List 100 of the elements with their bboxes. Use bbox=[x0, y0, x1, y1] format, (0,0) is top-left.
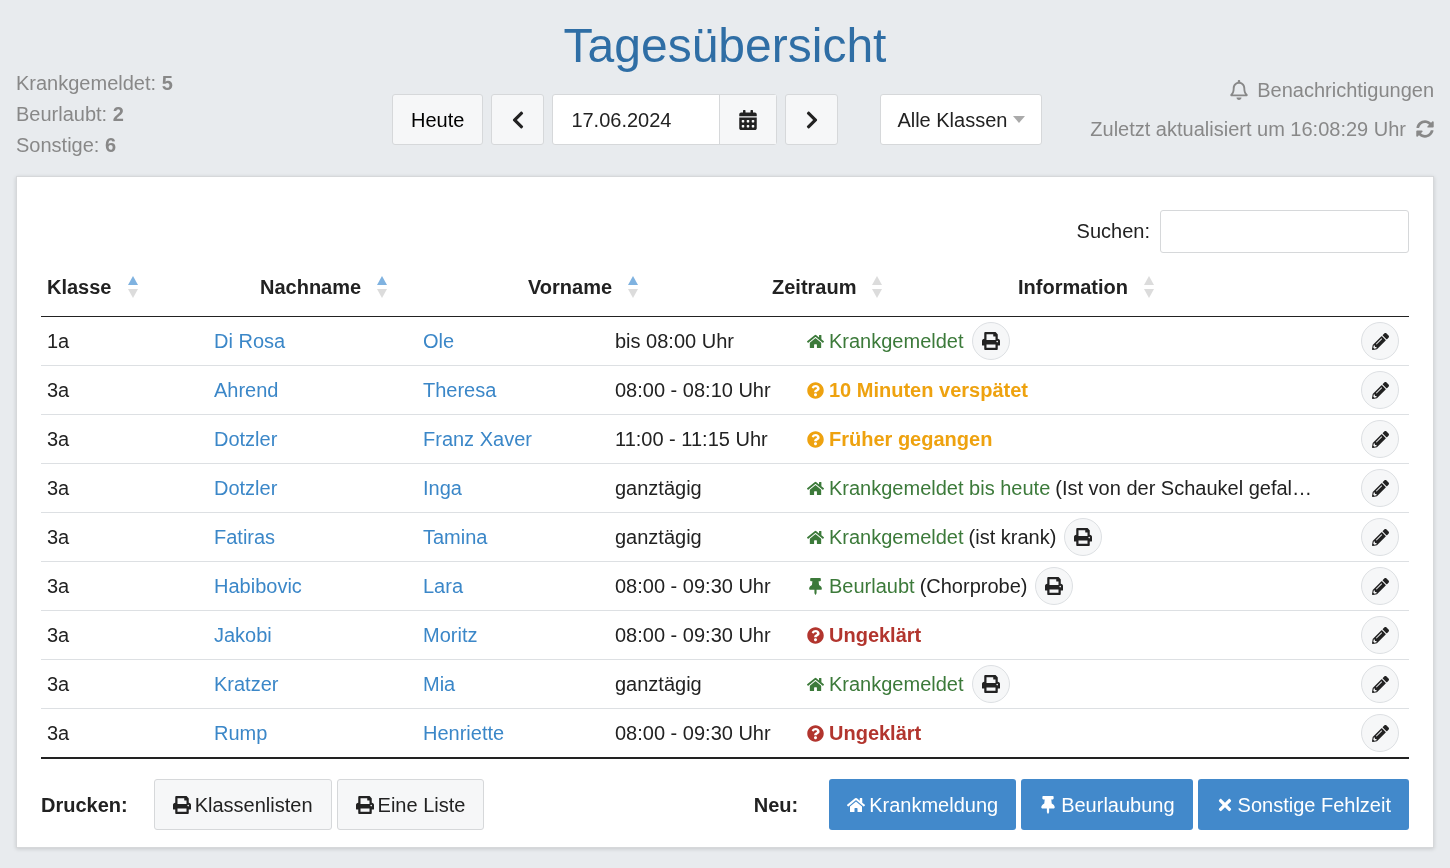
table-cell: 08:00 - 09:30 Uhr bbox=[615, 624, 771, 646]
status-label: Beurlaubt bbox=[807, 571, 915, 601]
house-icon bbox=[807, 479, 824, 497]
edit-button[interactable] bbox=[1361, 469, 1399, 507]
printer-icon bbox=[1074, 528, 1093, 546]
summary-count: Sonstige: 6 bbox=[16, 133, 118, 158]
print-list-button[interactable]: Eine Liste bbox=[336, 779, 485, 830]
last-name-link[interactable]: Dotzler bbox=[214, 477, 278, 499]
status-label: Ungeklärt bbox=[807, 620, 922, 650]
class-dropdown[interactable]: Alle Klassen bbox=[880, 94, 1043, 145]
last-name-link[interactable]: Ahrend bbox=[214, 379, 279, 401]
edit-button[interactable] bbox=[1361, 714, 1399, 752]
table-cell: ganztägig bbox=[615, 673, 702, 695]
status-label: Krankgemeldet bbox=[807, 522, 964, 552]
summary-count: Krankgemeldet: 5 bbox=[16, 71, 174, 96]
today-button[interactable]: Heute bbox=[392, 94, 484, 145]
print-button[interactable] bbox=[1064, 518, 1103, 556]
edit-button[interactable] bbox=[1361, 616, 1399, 654]
printer-icon bbox=[1045, 577, 1064, 595]
edit-button[interactable] bbox=[1361, 371, 1399, 409]
table-cell: bis 08:00 Uhr bbox=[615, 330, 734, 352]
column-header[interactable]: Vorname bbox=[528, 271, 613, 302]
caret-icon bbox=[1013, 116, 1026, 123]
pencil-icon bbox=[1371, 479, 1389, 497]
table-cell: 08:00 - 09:30 Uhr bbox=[615, 575, 771, 597]
house-icon bbox=[847, 795, 866, 814]
previous-button[interactable] bbox=[491, 94, 545, 145]
print-button[interactable] bbox=[971, 322, 1010, 360]
pin-icon bbox=[807, 577, 824, 595]
status-label: Krankgemeldet bis heute bbox=[807, 473, 1051, 503]
last-name-link[interactable]: Di Rosa bbox=[214, 330, 286, 352]
question-icon bbox=[807, 381, 824, 399]
new-absence-button[interactable]: Beurlaubung bbox=[1021, 779, 1193, 830]
column-header[interactable]: Zeitraum bbox=[772, 271, 857, 302]
last-name-link[interactable]: Fatiras bbox=[214, 526, 276, 548]
notifications-link[interactable]: Benachrichtigungen bbox=[1229, 72, 1434, 108]
note-text: (Chorprobe) bbox=[919, 574, 1028, 599]
table-cell: 08:00 - 09:30 Uhr bbox=[615, 722, 771, 744]
last-name-link[interactable]: Jakobi bbox=[214, 624, 272, 646]
first-name-link[interactable]: Moritz bbox=[423, 624, 478, 646]
printer-icon bbox=[981, 332, 1000, 350]
pencil-icon bbox=[1371, 724, 1389, 742]
status-label: Ungeklärt bbox=[807, 718, 922, 748]
last-name-link[interactable]: Rump bbox=[214, 722, 268, 744]
date-field[interactable]: 17.06.2024 bbox=[552, 94, 778, 145]
bell-icon bbox=[1229, 80, 1250, 100]
edit-button[interactable] bbox=[1361, 665, 1399, 703]
status-label: Krankgemeldet bbox=[807, 326, 964, 356]
calendar-icon bbox=[738, 109, 759, 130]
first-name-link[interactable]: Tamina bbox=[423, 526, 488, 548]
column-header[interactable]: Klasse bbox=[47, 271, 112, 302]
first-name-link[interactable]: Ole bbox=[423, 330, 455, 352]
last-name-link[interactable]: Habibovic bbox=[214, 575, 302, 597]
edit-button[interactable] bbox=[1361, 420, 1399, 458]
next-button[interactable] bbox=[785, 94, 839, 145]
first-name-link[interactable]: Lara bbox=[423, 575, 464, 597]
print-list-button[interactable]: Klassenlisten bbox=[153, 779, 332, 830]
search-field[interactable] bbox=[1160, 209, 1409, 253]
first-name-link[interactable]: Henriette bbox=[423, 722, 505, 744]
pencil-icon bbox=[1371, 626, 1389, 644]
table-cell-text: 3a bbox=[46, 672, 71, 697]
table-cell: ganztägig bbox=[615, 477, 702, 499]
question-icon bbox=[807, 430, 824, 448]
pencil-icon bbox=[1371, 381, 1389, 399]
first-name-link[interactable]: Inga bbox=[423, 477, 462, 499]
edit-button[interactable] bbox=[1361, 322, 1399, 360]
edit-button[interactable] bbox=[1361, 518, 1399, 556]
pencil-icon bbox=[1371, 430, 1389, 448]
printer-icon bbox=[172, 795, 191, 814]
print-button[interactable] bbox=[1035, 567, 1074, 605]
table-cell: 08:00 - 08:10 Uhr bbox=[615, 379, 771, 401]
last-name-link[interactable]: Kratzer bbox=[214, 673, 279, 695]
printer-icon bbox=[981, 675, 1000, 693]
pin-icon bbox=[1039, 795, 1058, 814]
house-icon bbox=[807, 675, 824, 693]
last-name-link[interactable]: Dotzler bbox=[214, 428, 278, 450]
print-label: Drucken: bbox=[41, 792, 128, 818]
new-absence-button[interactable]: Krankmeldung bbox=[829, 779, 1017, 830]
refresh-icon[interactable] bbox=[1416, 120, 1434, 138]
first-name-link[interactable]: Mia bbox=[423, 673, 456, 695]
table-cell-text: 3a bbox=[46, 574, 71, 599]
new-label: Neu: bbox=[753, 792, 799, 818]
print-button[interactable] bbox=[971, 665, 1010, 703]
table-cell-text: 3a bbox=[46, 525, 71, 550]
status-label: 10 Minuten verspätet bbox=[807, 375, 1028, 405]
first-name-link[interactable]: Theresa bbox=[423, 379, 497, 401]
table-cell-text: 3a bbox=[46, 623, 71, 648]
column-header[interactable]: Nachname bbox=[260, 271, 362, 302]
pencil-icon bbox=[1371, 577, 1389, 595]
note-text: (ist krank) bbox=[968, 525, 1057, 550]
table-cell-text: 3a bbox=[46, 721, 71, 746]
page-title: Tagesübersicht bbox=[563, 18, 887, 74]
question-icon bbox=[807, 626, 824, 644]
question-icon bbox=[807, 724, 824, 742]
first-name-link[interactable]: Franz Xaver bbox=[423, 428, 532, 450]
edit-button[interactable] bbox=[1361, 567, 1399, 605]
pencil-icon bbox=[1371, 332, 1389, 350]
column-header[interactable]: Information bbox=[1018, 271, 1128, 302]
new-absence-button[interactable]: Sonstige Fehlzeit bbox=[1197, 779, 1409, 830]
status-label: Krankgemeldet bbox=[807, 669, 964, 699]
